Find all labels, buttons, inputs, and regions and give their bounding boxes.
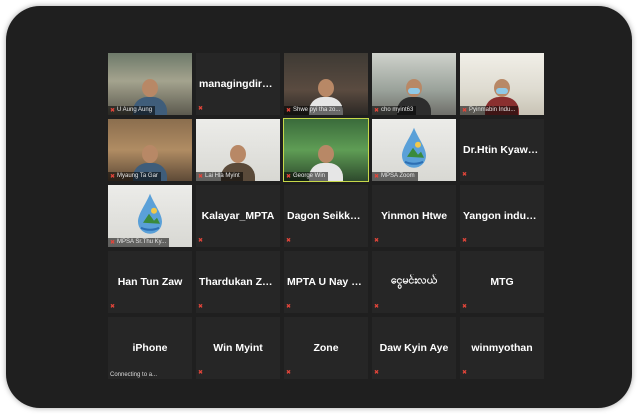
participant-tile[interactable]: MPTA U Nay W... ✖ (284, 251, 368, 313)
participant-tile[interactable]: MTG ✖ (460, 251, 544, 313)
gallery-grid: U Aung Aung ✖ managingdirecc... ✖ Shwe pyi t… (108, 53, 544, 379)
participant-tile[interactable]: Shwe pyi tha zo... ✖ (284, 53, 368, 115)
mic-muted-icon: ✖ (286, 174, 292, 180)
mic-muted-icon: ✖ (198, 238, 204, 244)
participant-label: MPSA Sr.Thu Ky... (108, 238, 170, 247)
participant-tile[interactable]: iPhone Connecting to a... (108, 317, 192, 379)
participant-name: MTG (490, 276, 514, 288)
mic-muted-icon: ✖ (286, 238, 292, 244)
mic-muted-icon: ✖ (110, 174, 116, 180)
mic-muted-icon: ✖ (286, 108, 292, 114)
participant-name: Win Myint (213, 342, 263, 354)
water-drop-logo-icon (402, 127, 426, 168)
participant-tile[interactable]: U Aung Aung ✖ (108, 53, 192, 115)
participant-name: Thardukan Zone (199, 276, 280, 288)
participant-tile[interactable]: Win Myint ✖ (196, 317, 280, 379)
participant-tile[interactable]: Yinmon Htwe ✖ (372, 185, 456, 247)
participant-tile[interactable]: George Win ✖ (283, 118, 369, 182)
participant-tile[interactable]: Daw Kyin Aye ✖ (372, 317, 456, 379)
mic-muted-icon: ✖ (462, 304, 468, 310)
mic-muted-icon: ✖ (374, 174, 380, 180)
participant-tile[interactable]: managingdirecc... ✖ (196, 53, 280, 115)
mic-muted-icon: ✖ (110, 108, 116, 114)
water-drop-logo-icon (138, 193, 162, 234)
participant-name: Han Tun Zaw (117, 276, 183, 288)
participant-tile[interactable]: Thardukan Zone ✖ (196, 251, 280, 313)
mic-muted-icon: ✖ (462, 370, 468, 376)
mic-muted-icon: ✖ (374, 108, 380, 114)
mic-muted-icon: ✖ (286, 304, 292, 310)
participant-tile[interactable]: Myaung Ta Gar ✖ (108, 119, 192, 181)
participant-name: MPTA U Nay W... (287, 276, 368, 288)
participant-name: Yangon industri... (463, 210, 544, 222)
participant-tile[interactable]: Han Tun Zaw ✖ (108, 251, 192, 313)
participant-tile[interactable]: MPSA Zoom ✖ (372, 119, 456, 181)
participant-label: Pyinmabin Indu... (460, 106, 519, 115)
mic-muted-icon: ✖ (198, 106, 204, 112)
participant-tile[interactable]: Dr.Htin Kyaw O... ✖ (460, 119, 544, 181)
mic-muted-icon: ✖ (374, 370, 380, 376)
participant-tile[interactable]: ငွေမင်းလယ် ✖ (372, 251, 456, 313)
mic-muted-icon: ✖ (110, 304, 116, 310)
participant-name: winmyothan (471, 342, 533, 354)
participant-name: Dagon Seikkan... (287, 210, 368, 222)
mic-muted-icon: ✖ (198, 174, 204, 180)
mic-muted-icon: ✖ (198, 370, 204, 376)
participant-tile[interactable]: winmyothan ✖ (460, 317, 544, 379)
participant-name: managingdirecc... (199, 78, 280, 90)
mic-muted-icon: ✖ (462, 238, 468, 244)
meeting-window: U Aung Aung ✖ managingdirecc... ✖ Shwe pyi t… (6, 6, 632, 408)
participant-label: Shwe pyi tha zo... (284, 106, 344, 115)
participant-name: Daw Kyin Aye (379, 342, 449, 354)
mic-muted-icon: ✖ (374, 238, 380, 244)
participant-name: Zone (313, 342, 339, 354)
participant-tile[interactable]: Dagon Seikkan... ✖ (284, 185, 368, 247)
participant-name: Yinmon Htwe (380, 210, 448, 222)
participant-tile[interactable]: Kalayar_MPTA ✖ (196, 185, 280, 247)
participant-name: ငွေမင်းလယ် (390, 274, 438, 287)
participant-tile[interactable]: Lai Hla Myint ✖ (196, 119, 280, 181)
mic-muted-icon: ✖ (462, 172, 468, 178)
participant-tile[interactable]: Yangon industri... ✖ (460, 185, 544, 247)
participant-tile[interactable]: cho myint63 ✖ (372, 53, 456, 115)
connection-status: Connecting to a... (110, 372, 158, 378)
mic-muted-icon: ✖ (198, 304, 204, 310)
participant-name: Kalayar_MPTA (201, 210, 275, 222)
participant-name: iPhone (132, 342, 168, 354)
participant-name: Dr.Htin Kyaw O... (463, 144, 544, 156)
participant-tile[interactable]: Pyinmabin Indu... ✖ (460, 53, 544, 115)
mic-muted-icon: ✖ (110, 240, 116, 246)
mic-muted-icon: ✖ (374, 304, 380, 310)
mic-muted-icon: ✖ (286, 370, 292, 376)
participant-tile[interactable]: Zone ✖ (284, 317, 368, 379)
participant-tile[interactable]: MPSA Sr.Thu Ky... ✖ (108, 185, 192, 247)
mic-muted-icon: ✖ (462, 108, 468, 114)
